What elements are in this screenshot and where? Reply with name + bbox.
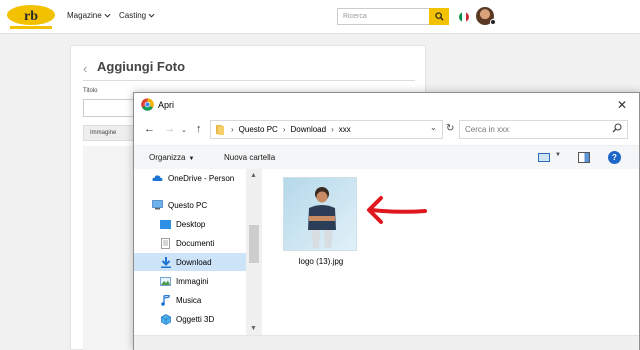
back-arrow-icon[interactable]: ←	[144, 123, 155, 135]
svg-text:rb: rb	[24, 9, 38, 24]
dialog-titlebar[interactable]: Apri ✕	[134, 93, 639, 117]
document-icon	[160, 237, 171, 249]
command-bar: Organizza ▼ Nuova cartella ▼ ?	[134, 145, 639, 169]
caret-down-icon[interactable]: ▼	[555, 152, 561, 158]
organize-label: Organizza	[149, 153, 186, 162]
site-search-button[interactable]	[429, 8, 449, 25]
breadcrumb-separator-icon: ›	[331, 125, 334, 134]
computer-icon	[152, 200, 163, 211]
breadcrumb-item[interactable]: Download	[290, 125, 326, 134]
file-list: logo (13).jpg	[263, 169, 639, 335]
chrome-icon	[141, 98, 154, 111]
cloud-icon	[152, 173, 163, 184]
sidebar-item-3d-objects[interactable]: Oggetti 3D	[160, 310, 246, 328]
image-tab[interactable]: Immagine	[83, 125, 138, 141]
pictures-icon	[160, 276, 171, 287]
cube-icon	[160, 313, 171, 325]
scrollbar-thumb[interactable]	[249, 225, 259, 263]
dialog-title: Apri	[158, 100, 175, 110]
folder-icon	[216, 125, 224, 135]
divider	[83, 80, 415, 81]
download-icon	[160, 256, 171, 268]
sidebar-item-label: Immagini	[176, 276, 209, 286]
caret-down-icon: ▼	[188, 156, 195, 162]
title-label: Titolo	[83, 88, 98, 94]
organize-button[interactable]: Organizza ▼	[149, 153, 194, 162]
image-thumbnail	[283, 177, 357, 251]
sidebar-scrollbar[interactable]: ▲ ▼	[246, 169, 262, 335]
close-icon[interactable]: ✕	[613, 96, 631, 114]
site-header: rb Magazine Casting Ricerca	[0, 0, 640, 34]
breadcrumb-item[interactable]: xxx	[339, 125, 351, 134]
desktop-icon	[160, 219, 171, 230]
nav-magazine[interactable]: Magazine	[67, 11, 111, 20]
sidebar-item-onedrive[interactable]: OneDrive - Person	[152, 169, 246, 187]
nav-casting-label: Casting	[119, 11, 147, 20]
up-arrow-icon[interactable]: ↑	[196, 123, 202, 135]
sidebar-item-label: Desktop	[176, 219, 206, 229]
view-mode-icon[interactable]	[538, 153, 550, 162]
search-icon[interactable]	[612, 123, 622, 133]
nav-casting[interactable]: Casting	[119, 11, 155, 20]
navigation-pane: OneDrive - Person Questo PC Desktop Docu…	[134, 169, 262, 335]
dialog-footer	[134, 335, 639, 350]
forward-arrow-icon[interactable]: →	[164, 123, 175, 135]
music-icon	[160, 294, 171, 306]
nav-magazine-label: Magazine	[67, 11, 102, 20]
folder-search-input[interactable]: Cerca in xxx	[459, 120, 628, 139]
title-input[interactable]	[83, 99, 138, 117]
italian-flag-icon[interactable]	[459, 12, 469, 22]
file-item[interactable]: logo (13).jpg	[283, 177, 359, 273]
preview-pane-icon[interactable]	[578, 152, 590, 163]
sidebar-item-desktop[interactable]: Desktop	[160, 215, 246, 233]
chevron-down-icon	[104, 13, 111, 18]
file-name: logo (13).jpg	[298, 257, 344, 266]
sidebar-item-label: Questo PC	[168, 200, 208, 210]
sidebar-item-label: Oggetti 3D	[176, 314, 215, 324]
sidebar-item-music[interactable]: Musica	[160, 291, 246, 309]
page-title: Aggiungi Foto	[97, 59, 186, 74]
address-dropdown-icon[interactable]: ⌄	[430, 123, 437, 132]
search-icon	[434, 12, 444, 21]
breadcrumb-separator-icon: ›	[282, 125, 286, 134]
help-icon[interactable]: ?	[608, 151, 621, 164]
breadcrumb-separator-icon: ›	[231, 125, 234, 134]
sidebar-item-label: Musica	[176, 295, 202, 305]
refresh-icon[interactable]: ↻	[446, 123, 454, 134]
sidebar-item-label: Documenti	[176, 238, 215, 248]
chevron-left-icon[interactable]: ‹	[83, 61, 87, 76]
site-search-input[interactable]: Ricerca	[337, 8, 430, 25]
sidebar-item-label: Download	[176, 257, 212, 267]
user-status-icon	[490, 19, 496, 25]
sidebar-item-documents[interactable]: Documenti	[160, 234, 246, 252]
recent-chevron-icon[interactable]: ⌄	[181, 126, 187, 134]
address-bar[interactable]: › Questo PC › Download › xxx	[210, 120, 443, 139]
sidebar-item-this-pc[interactable]: Questo PC	[152, 196, 246, 214]
sidebar-item-download[interactable]: Download	[134, 253, 246, 271]
scroll-up-icon[interactable]: ▲	[250, 172, 257, 179]
open-file-dialog: Apri ✕ ← → ⌄ ↑ › Questo PC › Download › …	[133, 92, 640, 350]
chevron-down-icon	[148, 13, 155, 18]
new-folder-button[interactable]: Nuova cartella	[224, 153, 275, 162]
breadcrumb-item[interactable]: Questo PC	[239, 125, 278, 134]
sidebar-item-label: OneDrive - Person	[168, 173, 235, 183]
address-row: ← → ⌄ ↑ › Questo PC › Download › xxx ⌄ ↻…	[134, 119, 639, 141]
scroll-down-icon[interactable]: ▼	[250, 325, 257, 332]
red-arrow-icon	[367, 196, 427, 224]
site-logo[interactable]: rb	[4, 3, 58, 31]
image-drop-area[interactable]	[83, 146, 138, 350]
sidebar-item-pictures[interactable]: Immagini	[160, 272, 246, 290]
